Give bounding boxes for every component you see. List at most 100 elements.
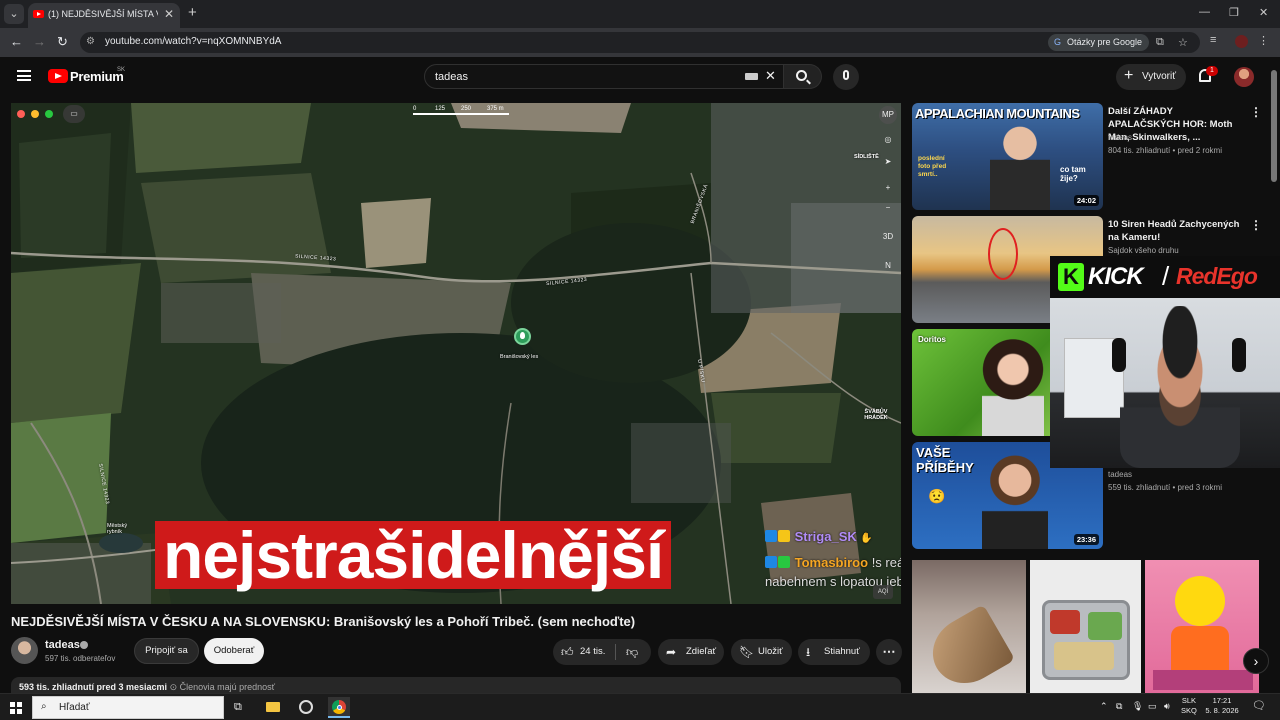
channel-avatar[interactable] [11,637,38,664]
tray-overflow-icon[interactable]: ⌃ [1100,701,1108,712]
browser-menu-icon[interactable]: ⋮ [1258,34,1269,47]
shorts-thumbnail[interactable] [1145,560,1259,693]
keyboard-icon[interactable] [745,73,758,80]
compass-north: N [885,261,891,270]
close-dot-icon [17,110,25,118]
bookmark-star-icon[interactable]: ☆ [1178,36,1188,49]
thumbnail-circle-highlight [988,228,1018,280]
file-explorer-icon[interactable] [262,697,284,718]
thumbs-down-icon[interactable]: 👎︎ [626,639,638,665]
display-tray-icon[interactable]: ▭ [1148,701,1157,712]
obs-studio-icon[interactable] [295,697,317,718]
chat-emote-icon: ✋ [860,533,873,544]
close-window-button[interactable]: ✕ [1259,6,1268,19]
taskbar-search[interactable]: ⌕ Hľadať [32,696,224,719]
verified-check-icon [80,641,88,649]
recommended-video[interactable]: APPALACHIAN MOUNTAINS poslední foto před… [912,103,1272,211]
place-label: Městský rybník [107,523,128,535]
download-button[interactable]: ⭳ Stiahnuť [798,639,870,665]
subscribe-button[interactable]: Odoberať [204,638,264,664]
browser-tab-youtube[interactable]: (1) NEJDĚSIVĚJŠÍ MÍSTA V ČESKU ✕ [28,3,180,28]
thumbs-up-icon[interactable]: 👍︎ [561,639,574,665]
network-tray-icon[interactable]: ⧉ [1116,701,1122,712]
windows-start-icon[interactable] [10,702,22,714]
menu-hamburger-icon[interactable] [17,70,31,81]
views-date-text: 593 tis. zhliadnutí pred 3 mesiacmi [19,682,168,692]
recommended-meta: 804 tis. zhliadnutí • pred 2 rokmi [1108,146,1222,155]
members-note: ⊙ Členovia majú prednosť [169,682,276,692]
volume-tray-icon[interactable]: 🔊︎ [1164,701,1170,712]
video-caption-text: nejstrašidelnější [163,518,664,592]
like-count[interactable]: 24 tis. [580,639,605,665]
download-icon: ⭳ [806,645,811,659]
video-thumbnail[interactable]: APPALACHIAN MOUNTAINS poslední foto před… [912,103,1103,210]
site-info-icon[interactable]: ⚙ [86,36,95,47]
tab-close-icon[interactable]: ✕ [164,7,174,21]
search-button[interactable] [784,64,822,89]
thumbnail-object [920,604,1016,693]
more-actions-icon[interactable]: ⋯ [876,639,902,665]
youtube-logo-icon[interactable] [48,69,68,83]
streamer-figure [1120,306,1240,468]
share-arrow-icon: ➦ [666,645,677,659]
notification-center-icon[interactable]: 🗨︎ [1252,699,1266,712]
chat-badge-icon [778,530,790,542]
restore-button[interactable]: ❐ [1229,6,1239,19]
more-options-icon[interactable]: ⋮ [1250,218,1262,232]
chat-badge-icon [765,556,777,568]
address-bar[interactable]: ⚙ youtube.com/watch?v=nqXOMNNBYdA Otázky… [80,32,1200,53]
recommended-channel[interactable]: tadeas [1108,470,1132,479]
food-icon [1050,610,1080,634]
install-app-icon[interactable]: ⧉ [1156,36,1164,49]
thumbnail-person [982,448,1048,549]
shorts-thumbnail[interactable] [1030,560,1141,693]
chat-badge-icon [765,530,777,542]
minimize-button[interactable]: — [1199,6,1210,18]
streamer-webcam [1050,298,1280,468]
search-input[interactable] [435,69,735,85]
kick-stream-banner: K KICK / RedEgo [1050,256,1280,298]
youtube-premium-wordmark[interactable]: Premium [70,69,124,84]
recommended-title[interactable]: 10 Siren Headů Zachycených na Kameru! [1108,218,1246,244]
microphone-tray-icon[interactable]: 🎙︎ [1132,701,1143,712]
zoom-in-icon: + [885,183,891,192]
tab-search-chevron-icon[interactable]: ⌄ [4,4,24,24]
search-icon [796,70,807,81]
globe-icon: ◎ [884,135,892,144]
input-language[interactable]: SLK SKQ [1181,696,1197,716]
place-label: SÍDLIŠTĚ [854,154,879,160]
ask-google-chip[interactable]: Otázky pre Google [1048,34,1150,51]
task-view-icon[interactable]: ⧉ [229,697,251,718]
recommended-channel[interactable]: Sajdok všeho druhu [1108,246,1179,255]
save-button[interactable]: 🔖︎ Uložiť [731,639,792,665]
join-button[interactable]: Pripojiť sa [134,638,199,664]
forward-arrow-icon[interactable]: → [33,34,46,49]
more-options-icon[interactable]: ⋮ [1250,105,1262,119]
new-tab-button[interactable]: + [188,4,197,21]
reading-list-icon[interactable]: ≡ [1210,34,1216,46]
next-arrow-button[interactable]: › [1243,648,1269,674]
voice-search-button[interactable] [833,64,859,90]
channel-name[interactable]: tadeas [45,639,80,651]
clear-search-icon[interactable]: ✕ [765,68,776,84]
video-player[interactable]: ▭ 0 125 250 375 m MP ◎ ➤ + − 3D N SILNIC… [11,103,901,604]
taskbar-clock[interactable]: 17:21 5. 8. 2026 [1205,696,1239,716]
thumbnail-subtext: co tam žije? [1060,165,1086,183]
pin-label: Branišovský les [500,354,539,360]
reload-icon[interactable]: ↻ [57,34,68,50]
browser-profile-avatar[interactable] [1235,35,1248,48]
shorts-thumbnail[interactable] [912,560,1026,693]
map-3d-toggle: 3D [882,232,894,241]
chrome-taskbar-icon[interactable] [328,697,350,718]
url-text[interactable]: youtube.com/watch?v=nqXOMNNBYdA [105,36,281,47]
page-scrollbar[interactable] [1271,70,1277,182]
create-button[interactable]: + Vytvoriť [1116,64,1186,90]
back-arrow-icon[interactable]: ← [10,34,23,49]
share-button[interactable]: ➦ Zdieľať [658,639,724,665]
food-icon [1088,612,1122,640]
thumbnail-text: APPALACHIAN MOUNTAINS [915,106,1080,121]
recommended-channel[interactable]: tadeas [1108,133,1132,142]
clock-time: 17:21 [1212,696,1232,705]
account-avatar[interactable] [1234,67,1254,87]
recommended-meta: 559 tis. zhliadnutí • pred 3 rokmi [1108,483,1222,492]
